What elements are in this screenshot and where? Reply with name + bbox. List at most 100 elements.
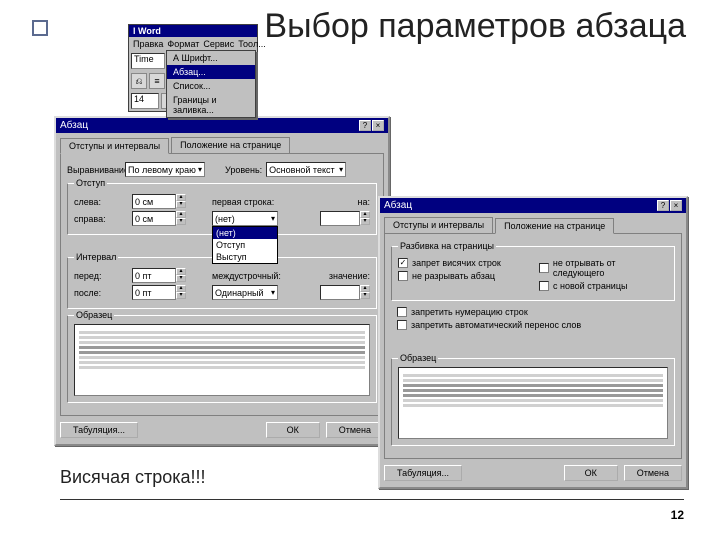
cancel-button-2[interactable]: Отмена: [624, 465, 682, 481]
font-select[interactable]: Time: [131, 53, 165, 69]
ok-button-2[interactable]: ОК: [564, 465, 618, 481]
menu-service[interactable]: Сервис: [203, 39, 234, 49]
dialog2-buttons: Табуляция... ОК Отмена: [384, 465, 682, 481]
spin-up-icon[interactable]: ▴: [176, 285, 186, 292]
menu-tools[interactable]: Тоoл...: [238, 39, 266, 49]
dd-option-hanging[interactable]: Выступ: [213, 251, 277, 263]
dialog1-buttons: Табуляция... ОК Отмена: [60, 422, 384, 438]
spacing-group: Интервал перед: 0 пт▴▾ междустрочный: зн…: [67, 257, 377, 309]
dialog1-tabs: Отступы и интервалы Положение на страниц…: [60, 137, 384, 153]
dialog1-body: Выравнивание: По левому краю Уровень: Ос…: [60, 153, 384, 416]
spin-down-icon[interactable]: ▾: [176, 275, 186, 282]
firstline-dropdown: (нет) Отступ Выступ: [212, 226, 278, 264]
dd-option-indent[interactable]: Отступ: [213, 239, 277, 251]
bullet-icon: [32, 20, 48, 36]
preview-group: Образец: [67, 315, 377, 403]
checkbox-keep-next[interactable]: [539, 263, 549, 273]
spin-down-icon[interactable]: ▾: [176, 201, 186, 208]
dd-option-none[interactable]: (нет): [213, 227, 277, 239]
cancel-button[interactable]: Отмена: [326, 422, 384, 438]
menu-item-list[interactable]: Список...: [167, 79, 255, 93]
preview-label: Образец: [74, 310, 114, 320]
toolbar-btn-2[interactable]: ≡: [149, 73, 165, 89]
checkbox-page-break[interactable]: [539, 281, 549, 291]
tabs-button-2[interactable]: Табуляция...: [384, 465, 462, 481]
linespacing-on-label: значение:: [329, 271, 370, 281]
tab-pagination[interactable]: Положение на странице: [171, 137, 290, 153]
alignment-select[interactable]: По левому краю: [125, 162, 205, 177]
tabs-button[interactable]: Табуляция...: [60, 422, 138, 438]
level-label: Уровень:: [225, 165, 262, 175]
spin-down-icon[interactable]: ▾: [176, 292, 186, 299]
no-hyphen-label: запретить автоматический перенос слов: [411, 320, 581, 330]
paragraph-dialog-pagination: Абзац ? × Отступы и интервалы Положение …: [378, 196, 688, 489]
footer-text: Висячая строка!!!: [60, 467, 206, 488]
spin-up-icon[interactable]: ▴: [360, 285, 370, 292]
linespacing-value-input[interactable]: [320, 285, 360, 300]
right-indent-input[interactable]: 0 см: [132, 211, 176, 226]
tab-indents-2[interactable]: Отступы и интервалы: [384, 217, 493, 233]
left-indent-input[interactable]: 0 см: [132, 194, 176, 209]
word-titlebar: l Word: [129, 25, 257, 37]
linespacing-label: междустрочный:: [212, 271, 281, 281]
menu-item-paragraph[interactable]: Абзац...: [167, 65, 255, 79]
spin-down-icon[interactable]: ▾: [360, 218, 370, 225]
spin-up-icon[interactable]: ▴: [176, 194, 186, 201]
spin-down-icon[interactable]: ▾: [176, 218, 186, 225]
footer-divider: [60, 499, 684, 500]
close-icon[interactable]: ×: [670, 200, 682, 211]
pagination-group-label: Разбивка на страницы: [398, 241, 496, 251]
page-break-label: с новой страницы: [553, 281, 627, 291]
help-icon[interactable]: ?: [657, 200, 669, 211]
preview-pane: [74, 324, 370, 396]
slide-title: Выбор параметров абзаца: [264, 8, 686, 45]
spin-down-icon[interactable]: ▾: [360, 292, 370, 299]
menu-item-borders[interactable]: Границы и заливка...: [167, 93, 255, 117]
menu-format[interactable]: Формат: [167, 39, 199, 49]
dialog1-title: Абзац: [60, 120, 88, 131]
checkbox-widow[interactable]: ✓: [398, 258, 408, 268]
checkbox-suppress-lines[interactable]: [397, 307, 407, 317]
suppress-lines-label: запретить нумерацию строк: [411, 307, 528, 317]
format-menu-dropdown: А Шрифт... Абзац... Список... Границы и …: [166, 50, 256, 118]
pagination-group: Разбивка на страницы ✓запрет висячих стр…: [391, 246, 675, 301]
spin-up-icon[interactable]: ▴: [176, 268, 186, 275]
spacing-group-label: Интервал: [74, 252, 118, 262]
level-select[interactable]: Основной текст: [266, 162, 346, 177]
keep-next-label: не отрывать от следующего: [553, 258, 668, 278]
dialog1-titlebar: Абзац ? ×: [56, 118, 388, 133]
tab-pagination-2[interactable]: Положение на странице: [495, 218, 614, 234]
spin-up-icon[interactable]: ▴: [176, 211, 186, 218]
linespacing-select[interactable]: Одинарный: [212, 285, 278, 300]
before-label: перед:: [74, 271, 128, 281]
page-number: 12: [671, 508, 684, 522]
firstline-label: первая строка:: [212, 197, 274, 207]
keep-lines-label: не разрывать абзац: [412, 271, 495, 281]
dialog2-title: Абзац: [384, 200, 412, 211]
checkbox-no-hyphen[interactable]: [397, 320, 407, 330]
indent-group-label: Отступ: [74, 178, 107, 188]
after-input[interactable]: 0 пт: [132, 285, 176, 300]
firstline-value-input[interactable]: [320, 211, 360, 226]
after-label: после:: [74, 288, 128, 298]
menu-item-font[interactable]: А Шрифт...: [167, 51, 255, 65]
help-icon[interactable]: ?: [359, 120, 371, 131]
left-indent-label: слева:: [74, 197, 128, 207]
paragraph-dialog-indents: Абзац ? × Отступы и интервалы Положение …: [54, 116, 390, 446]
dialog2-body: Разбивка на страницы ✓запрет висячих стр…: [384, 233, 682, 459]
firstline-on-label: на:: [358, 197, 370, 207]
tab-indents[interactable]: Отступы и интервалы: [60, 138, 169, 154]
size-select[interactable]: 14: [131, 93, 159, 109]
before-input[interactable]: 0 пт: [132, 268, 176, 283]
dialog2-tabs: Отступы и интервалы Положение на страниц…: [384, 217, 682, 233]
close-icon[interactable]: ×: [372, 120, 384, 131]
spin-up-icon[interactable]: ▴: [360, 211, 370, 218]
menu-edit[interactable]: Правка: [133, 39, 163, 49]
preview-group-2: Образец: [391, 358, 675, 446]
toolbar-btn-1[interactable]: ⎌: [131, 73, 147, 89]
ok-button[interactable]: ОК: [266, 422, 320, 438]
dialog2-titlebar: Абзац ? ×: [380, 198, 686, 213]
checkbox-keep-lines[interactable]: [398, 271, 408, 281]
indent-group: Отступ слева: 0 см▴▾ первая строка: на: …: [67, 183, 377, 235]
firstline-select[interactable]: (нет): [212, 211, 278, 226]
